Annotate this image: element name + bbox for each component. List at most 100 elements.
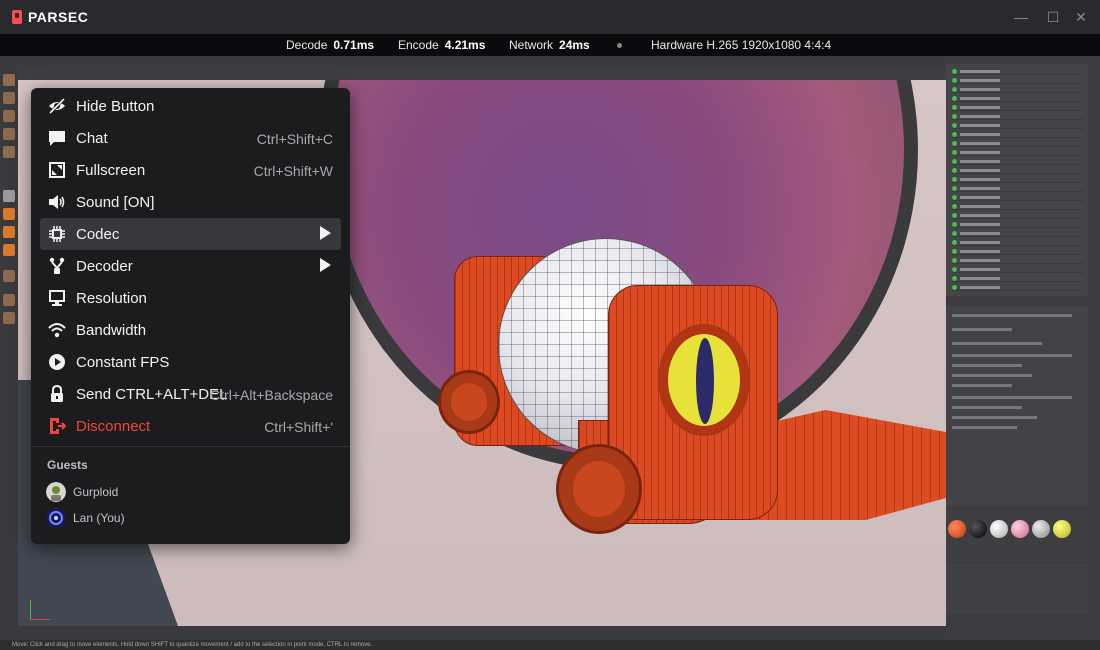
- object-row[interactable]: [952, 86, 1084, 93]
- avatar: [46, 482, 66, 502]
- network-label: Network: [509, 38, 554, 52]
- object-row[interactable]: [952, 194, 1084, 201]
- decoder-icon: [48, 257, 66, 275]
- material-swatch[interactable]: [1032, 520, 1050, 538]
- object-row[interactable]: [952, 248, 1084, 255]
- material-swatch[interactable]: [990, 520, 1008, 538]
- object-row[interactable]: [952, 230, 1084, 237]
- object-row[interactable]: [952, 266, 1084, 273]
- parsec-brand: PARSEC: [12, 9, 88, 25]
- tool-icon[interactable]: [3, 146, 15, 158]
- menu-item-label: Hide Button: [76, 98, 155, 115]
- material-swatch[interactable]: [948, 520, 966, 538]
- object-row[interactable]: [952, 131, 1084, 138]
- material-swatch[interactable]: [1011, 520, 1029, 538]
- material-manager[interactable]: [946, 510, 1088, 562]
- menu-item-decoder[interactable]: Decoder: [40, 250, 341, 282]
- network-stat: Network 24ms: [509, 38, 590, 52]
- object-row[interactable]: [952, 122, 1084, 129]
- monitor-icon: [48, 289, 66, 307]
- object-row[interactable]: [952, 176, 1084, 183]
- tool-icon[interactable]: [3, 270, 15, 282]
- menu-item-shortcut: Ctrl+Shift+': [264, 419, 333, 435]
- remote-left-toolbar[interactable]: [0, 70, 18, 640]
- tool-icon[interactable]: [3, 244, 15, 256]
- menu-item-label: Resolution: [76, 290, 147, 307]
- menu-item-disconnect[interactable]: Disconnect Ctrl+Shift+': [40, 410, 341, 442]
- object-row[interactable]: [952, 158, 1084, 165]
- model-pupil: [696, 338, 714, 424]
- attribute-line: [952, 416, 1037, 419]
- menu-item-fullscreen[interactable]: Fullscreen Ctrl+Shift+W: [40, 154, 341, 186]
- object-row[interactable]: [952, 203, 1084, 210]
- material-swatch[interactable]: [1053, 520, 1071, 538]
- tool-icon[interactable]: [3, 92, 15, 104]
- remote-timeline[interactable]: [18, 626, 946, 640]
- disconnect-icon: [48, 417, 66, 435]
- menu-item-codec[interactable]: Codec: [40, 218, 341, 250]
- guests-heading: Guests: [47, 458, 88, 472]
- submenu-arrow-icon: [320, 258, 331, 272]
- menu-item-shortcut: Ctrl+Shift+W: [253, 163, 333, 179]
- object-row[interactable]: [952, 185, 1084, 192]
- remote-right-panels[interactable]: [946, 56, 1100, 640]
- tool-icon[interactable]: [3, 208, 15, 220]
- play-icon: [48, 353, 66, 371]
- tool-icon[interactable]: [3, 294, 15, 306]
- menu-item-chat[interactable]: Chat Ctrl+Shift+C: [40, 122, 341, 154]
- tool-icon[interactable]: [3, 110, 15, 122]
- decode-value: 0.71ms: [333, 38, 375, 52]
- hardware-stat: Hardware H.265 1920x1080 4:4:4: [651, 38, 832, 52]
- viewport-menu[interactable]: [18, 70, 946, 80]
- tool-icon[interactable]: [3, 128, 15, 140]
- attribute-manager[interactable]: [946, 306, 1088, 506]
- attribute-line: [952, 328, 1012, 331]
- encode-stat: Encode 4.21ms: [398, 38, 485, 52]
- minimize-button[interactable]: —: [1013, 9, 1029, 25]
- menu-item-send-ctrl-alt-del[interactable]: Send CTRL+ALT+DEL Ctrl+Alt+Backspace: [40, 378, 341, 410]
- object-row[interactable]: [952, 77, 1084, 84]
- menu-item-bandwidth[interactable]: Bandwidth: [40, 314, 341, 346]
- object-row[interactable]: [952, 167, 1084, 174]
- tool-icon[interactable]: [3, 74, 15, 86]
- menu-item-hide-button[interactable]: Hide Button: [40, 90, 341, 122]
- wifi-icon: [48, 321, 66, 339]
- object-row[interactable]: [952, 95, 1084, 102]
- object-row[interactable]: [952, 212, 1084, 219]
- menu-item-resolution[interactable]: Resolution: [40, 282, 341, 314]
- close-button[interactable]: ✕: [1073, 9, 1089, 25]
- menu-item-shortcut: Ctrl+Alt+Backspace: [210, 387, 333, 403]
- menu-item-label: Bandwidth: [76, 322, 147, 339]
- menu-item-label: Constant FPS: [76, 354, 170, 371]
- encode-label: Encode: [398, 38, 439, 52]
- object-row[interactable]: [952, 275, 1084, 282]
- guest-name: Gurploid: [73, 485, 119, 499]
- parsec-overlay-menu: Hide Button Chat Ctrl+Shift+C Fullscreen…: [31, 88, 350, 544]
- object-row[interactable]: [952, 221, 1084, 228]
- guest-name: Lan (You): [73, 511, 125, 525]
- object-manager[interactable]: [946, 64, 1088, 296]
- menu-item-constant-fps[interactable]: Constant FPS: [40, 346, 341, 378]
- decode-stat: Decode 0.71ms: [286, 38, 374, 52]
- object-row[interactable]: [952, 140, 1084, 147]
- attribute-line: [952, 426, 1017, 429]
- remote-toolbar[interactable]: [0, 56, 946, 70]
- tool-icon[interactable]: [3, 190, 15, 202]
- coordinates-manager[interactable]: [946, 564, 1088, 614]
- material-swatch[interactable]: [969, 520, 987, 538]
- remote-status-bar: Move: Click and drag to move elements. H…: [0, 640, 1100, 650]
- object-row[interactable]: [952, 239, 1084, 246]
- object-row[interactable]: [952, 284, 1084, 291]
- attribute-line: [952, 314, 1072, 317]
- object-row[interactable]: [952, 113, 1084, 120]
- menu-item-sound[interactable]: Sound [ON]: [40, 186, 341, 218]
- tool-icon[interactable]: [3, 226, 15, 238]
- tool-icon[interactable]: [3, 312, 15, 324]
- object-row[interactable]: [952, 104, 1084, 111]
- maximize-button[interactable]: ☐: [1045, 9, 1061, 25]
- chip-icon: [48, 225, 66, 243]
- object-row[interactable]: [952, 257, 1084, 264]
- menu-item-label: Decoder: [76, 258, 133, 275]
- object-row[interactable]: [952, 68, 1084, 75]
- object-row[interactable]: [952, 149, 1084, 156]
